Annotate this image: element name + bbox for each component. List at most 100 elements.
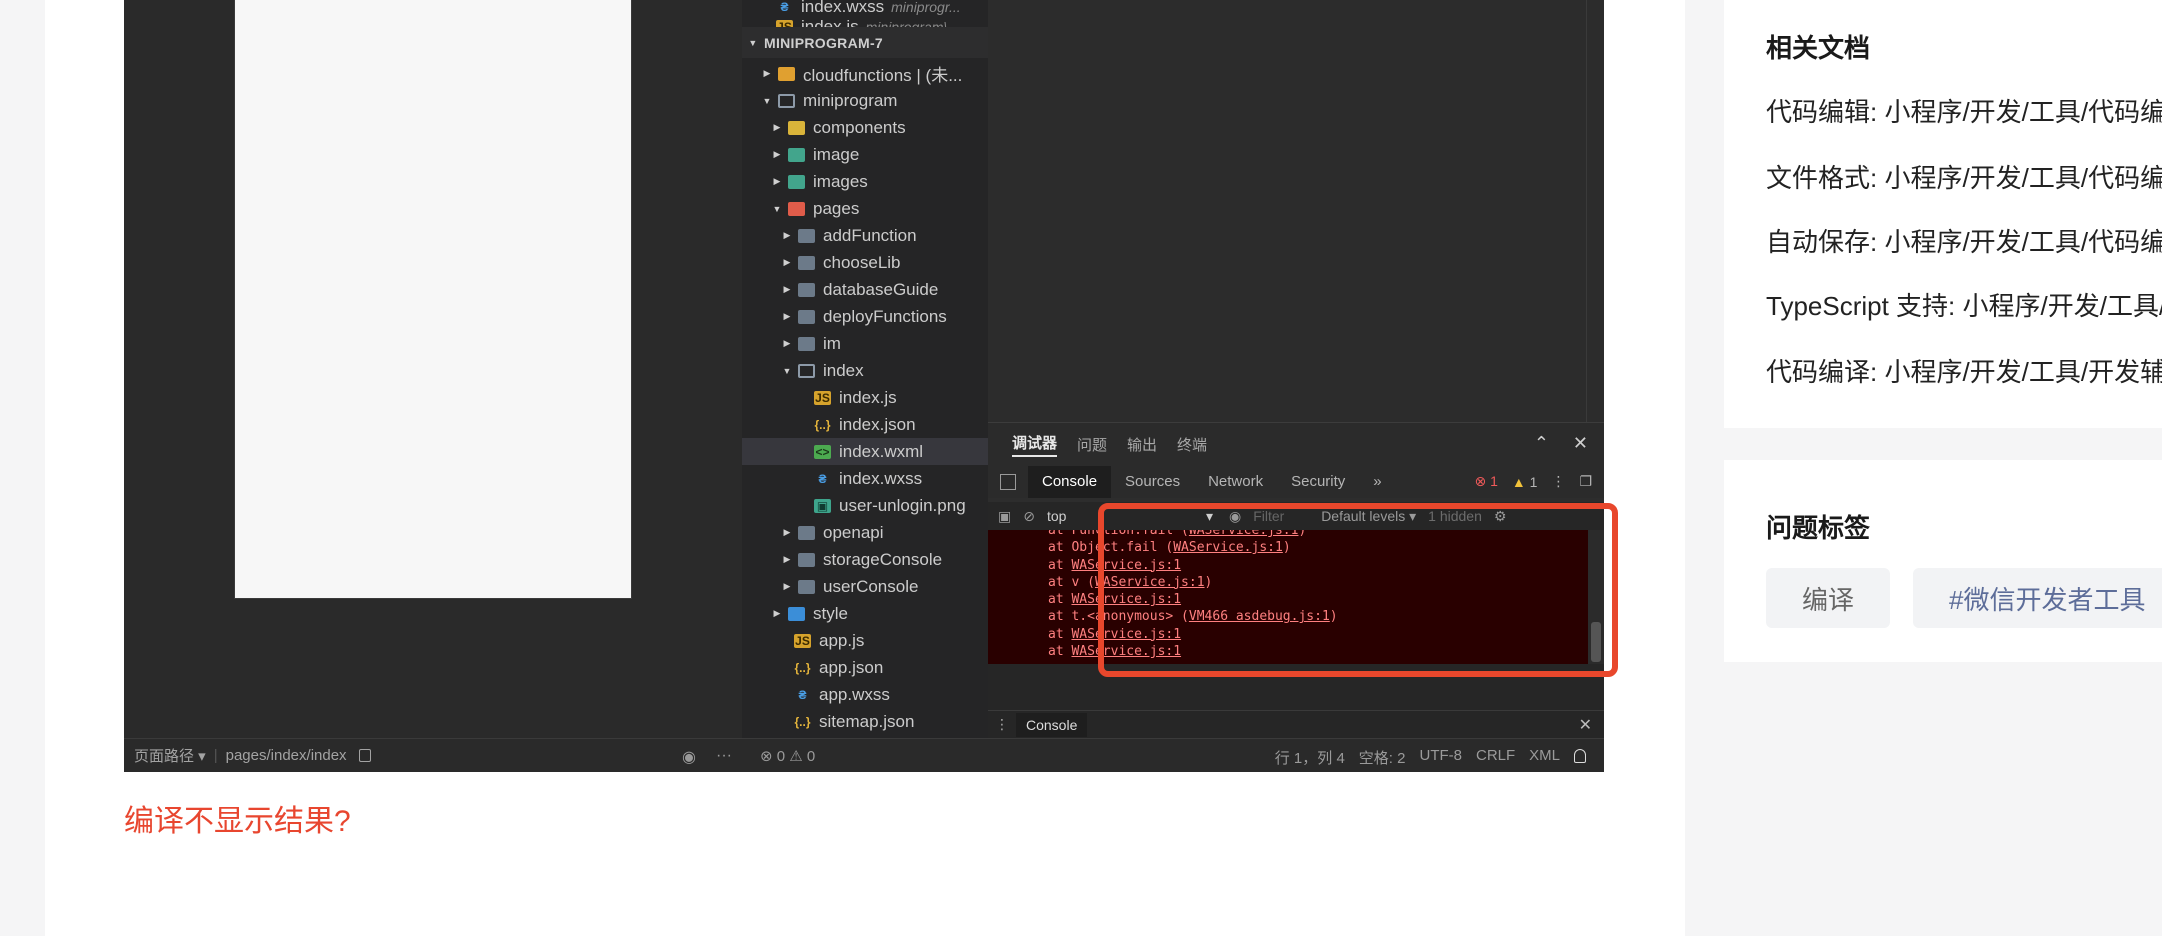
folder-open-icon	[798, 363, 815, 378]
chevron-up-icon[interactable]: ⌃	[1534, 433, 1549, 454]
tag-chip[interactable]: 编译	[1766, 568, 1891, 628]
tree-item-addfunction[interactable]: ▶ addFunction	[742, 222, 988, 249]
tree-item-index[interactable]: ▼ index	[742, 357, 988, 384]
tree-item-images[interactable]: ▶ images	[742, 168, 988, 195]
error-highlight-box	[1098, 503, 1618, 677]
close-icon[interactable]: ✕	[1573, 433, 1588, 454]
chevron-right-icon: ▶	[773, 149, 781, 159]
file-item-index-js[interactable]: JS index.js	[742, 384, 988, 411]
doc-link[interactable]: 代码编译: 小程序/开发/工具/开发辅助	[1766, 352, 2162, 389]
chevron-right-icon: ▶	[773, 122, 781, 132]
doc-link[interactable]: TypeScript 支持: 小程序/开发/工具/代码编辑	[1766, 286, 2162, 323]
indent-setting[interactable]: 空格: 2	[1359, 747, 1406, 768]
tab-sources[interactable]: Sources	[1111, 466, 1194, 498]
more-icon[interactable]: ···	[716, 747, 732, 767]
tab-problems[interactable]: 问题	[1077, 434, 1107, 455]
copy-icon[interactable]	[358, 749, 371, 762]
file-item-app-js[interactable]: JS app.js	[742, 627, 988, 654]
wxml-file-icon: <>	[814, 444, 831, 459]
file-item-index-json[interactable]: {..} index.json	[742, 411, 988, 438]
chevron-right-icon: ▶	[763, 68, 771, 78]
pages-folder-icon	[788, 201, 805, 216]
doc-link[interactable]: 代码编辑: 小程序/开发/工具/代码编辑	[1766, 92, 2162, 129]
file-item-app-wxss[interactable]: ₴ app.wxss	[742, 681, 988, 708]
tab-console[interactable]: Console	[1028, 466, 1112, 498]
json-file-icon: {..}	[794, 660, 811, 675]
kebab-menu-icon[interactable]: ⋮	[1551, 473, 1565, 490]
chevron-down-icon: ▼	[772, 203, 782, 214]
line-ending[interactable]: CRLF	[1476, 747, 1515, 768]
problems-indicator[interactable]: ⊗ 0 ⚠ 0	[760, 747, 815, 765]
tree-item-deployfunctions[interactable]: ▶ deployFunctions	[742, 303, 988, 330]
clear-console-icon[interactable]: ⊘	[1023, 508, 1035, 525]
file-item-index-wxml[interactable]: <> index.wxml	[742, 438, 988, 465]
tab-debugger[interactable]: 调试器	[1012, 432, 1058, 457]
folder-icon	[798, 525, 815, 540]
related-docs-card: 相关文档 代码编辑: 小程序/开发/工具/代码编辑 文件格式: 小程序/开发/工…	[1724, 0, 2162, 428]
file-item-index-wxss[interactable]: ₴ index.wxss	[742, 465, 988, 492]
tree-item-image[interactable]: ▶ image	[742, 141, 988, 168]
warning-count-badge[interactable]: ▲ 1	[1512, 474, 1538, 490]
folder-icon	[798, 552, 815, 567]
debug-panel-tabs: 调试器 问题 输出 终端 ⌃ ✕	[988, 422, 1604, 466]
divider: |	[213, 747, 218, 764]
drawer-menu-icon[interactable]: ⋮	[988, 716, 1016, 733]
folder-open-icon	[778, 93, 795, 108]
question-tags-title: 问题标签	[1766, 513, 1871, 543]
tree-item-chooselib[interactable]: ▶ chooseLib	[742, 249, 988, 276]
chevron-right-icon: ▶	[773, 608, 781, 618]
folder-icon	[798, 255, 815, 270]
tab-security[interactable]: Security	[1277, 466, 1359, 498]
wxss-file-icon: ₴	[780, 0, 789, 14]
encoding[interactable]: UTF-8	[1419, 747, 1462, 768]
tree-item-userconsole[interactable]: ▶ userConsole	[742, 573, 988, 600]
project-header[interactable]: ▼ MINIPROGRAM-7	[742, 27, 988, 58]
close-icon[interactable]: ✕	[1579, 715, 1592, 735]
editor-scrollbar[interactable]	[1586, 0, 1604, 422]
file-item-user-unlogin-png[interactable]: ▣ user-unlogin.png	[742, 492, 988, 519]
image-folder-icon	[788, 147, 805, 162]
folder-icon	[798, 336, 815, 351]
eye-icon[interactable]: ◉	[682, 747, 696, 767]
tree-item-style[interactable]: ▶ style	[742, 600, 988, 627]
tab-network[interactable]: Network	[1194, 466, 1277, 498]
sidebar-toggle-icon[interactable]: ▣	[998, 508, 1011, 525]
chevron-down-icon: ▼	[782, 365, 792, 376]
language-mode[interactable]: XML	[1529, 747, 1560, 768]
chevron-right-icon: ▶	[783, 554, 791, 564]
png-file-icon: ▣	[814, 498, 831, 513]
tag-chip[interactable]: #微信开发者工具	[1913, 568, 2162, 628]
tab-terminal[interactable]: 终端	[1177, 434, 1207, 455]
json-file-icon: {..}	[814, 417, 831, 432]
bell-icon[interactable]	[1574, 749, 1586, 763]
folder-icon	[798, 579, 815, 594]
doc-link[interactable]: 自动保存: 小程序/开发/工具/代码编辑	[1766, 222, 2162, 259]
chevron-right-icon: ▶	[783, 338, 791, 348]
wxss-file-icon: ₴	[818, 471, 827, 486]
question-link[interactable]: 编译不显示结果?	[124, 796, 351, 840]
tree-item-miniprogram[interactable]: ▼ miniprogram	[742, 87, 988, 114]
drawer-tab-console[interactable]: Console	[1016, 712, 1088, 737]
image-folder-icon	[788, 174, 805, 189]
tree-item-pages[interactable]: ▼ pages	[742, 195, 988, 222]
console-drawer: ⋮ Console ✕	[988, 710, 1604, 738]
code-editor[interactable]	[988, 0, 1604, 422]
tree-item-openapi[interactable]: ▶ openapi	[742, 519, 988, 546]
more-tabs-button[interactable]: »	[1359, 466, 1395, 498]
doc-link[interactable]: 文件格式: 小程序/开发/工具/代码编辑	[1766, 158, 2162, 195]
tree-item-cloudfunctions[interactable]: ▶ cloudfunctions | (未...	[742, 60, 988, 87]
tree-item-databaseguide[interactable]: ▶ databaseGuide	[742, 276, 988, 303]
tree-item-components[interactable]: ▶ components	[742, 114, 988, 141]
chevron-right-icon: ▶	[783, 230, 791, 240]
file-item-sitemap-json[interactable]: {..} sitemap.json	[742, 708, 988, 735]
file-item-app-json[interactable]: {..} app.json	[742, 654, 988, 681]
cursor-position[interactable]: 行 1，列 4	[1275, 747, 1345, 768]
page-path-label[interactable]: 页面路径 ▾	[134, 745, 206, 766]
tab-output[interactable]: 输出	[1127, 434, 1157, 455]
undock-icon[interactable]: ❐	[1579, 473, 1592, 490]
inspect-element-icon[interactable]	[1000, 474, 1016, 490]
folder-icon	[798, 282, 815, 297]
error-count-badge[interactable]: ⊗ 1	[1474, 473, 1497, 490]
tree-item-im[interactable]: ▶ im	[742, 330, 988, 357]
tree-item-storageconsole[interactable]: ▶ storageConsole	[742, 546, 988, 573]
